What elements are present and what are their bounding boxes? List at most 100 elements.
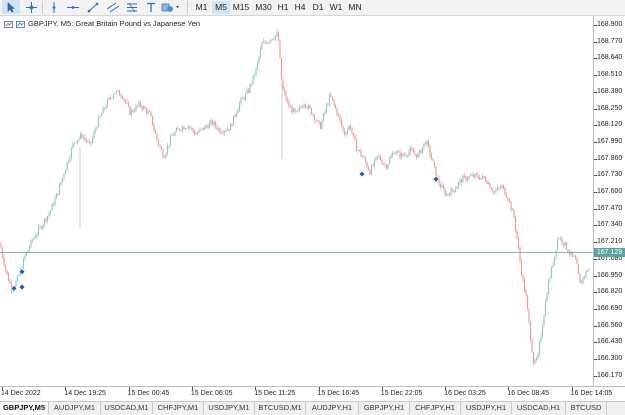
vertical-line-tool[interactable] [45, 0, 63, 14]
chart-tab[interactable]: CHFJPY,H1 [410, 402, 461, 414]
candle-body [249, 84, 251, 93]
candle-body [463, 175, 466, 177]
timeframe-m1[interactable]: M1 [191, 1, 212, 14]
candle-body [541, 325, 544, 337]
candle-body [15, 280, 17, 287]
candle-body [426, 140, 428, 145]
candle-body [405, 154, 407, 156]
candle-body [217, 128, 220, 130]
candle-body [87, 141, 89, 143]
chart-tab[interactable]: AUDJPY,M1 [49, 402, 101, 414]
price-scale[interactable]: 168.900 168.770 168.640 168.510 168.380 168.2… [593, 16, 625, 412]
candle-body [118, 90, 121, 96]
candle-body [28, 246, 31, 250]
candle-body [564, 242, 566, 246]
text-tool[interactable] [142, 0, 160, 14]
candle-body [304, 104, 307, 108]
candle-body [213, 121, 215, 125]
chart-type-icon[interactable] [4, 20, 13, 28]
candle-body [4, 264, 7, 270]
chart-settings-icon[interactable] [16, 20, 25, 28]
candle-body [90, 141, 92, 144]
timeframe-h4[interactable]: H4 [291, 1, 309, 14]
candle-body [127, 103, 130, 107]
candle-body [229, 124, 232, 131]
price-label: 167.340 [597, 221, 623, 229]
candle-body [117, 90, 119, 92]
shapes-tool[interactable] [160, 0, 182, 14]
candle-body [307, 105, 310, 109]
candle-body [45, 218, 47, 222]
cursor-tool[interactable] [2, 0, 20, 14]
candle-body [63, 174, 65, 178]
candle-body [0, 243, 2, 249]
candle-body [466, 178, 469, 181]
candle-body [81, 134, 83, 138]
chart-tab[interactable]: USDJPY,H1 [461, 402, 512, 414]
crosshair-icon [25, 1, 37, 13]
chart-tab[interactable]: USDCAD,M1 [101, 402, 153, 414]
candle-body [444, 189, 446, 196]
candle-body [78, 138, 80, 141]
candle-body [414, 153, 416, 155]
chart-tabs: GBPJPY,M5 AUDJPY,M1 USDCAD,M1 CHFJPY,M1 USDJ… [0, 401, 625, 415]
timeframe-mn[interactable]: MN [345, 1, 365, 14]
chart-area[interactable]: GBPJPY, M5: Great Britain Pound vs Japan… [0, 16, 593, 386]
channel-tool[interactable] [104, 0, 122, 14]
candle-body [139, 102, 142, 107]
candle-body [94, 129, 97, 132]
candle-body [487, 183, 490, 184]
price-label: 168.510 [597, 71, 623, 79]
candle-body [273, 39, 275, 40]
candle-body [151, 115, 154, 126]
candle-body [60, 182, 62, 186]
candle-body [480, 177, 482, 180]
candle-body [268, 41, 271, 43]
time-label: 15 Dec 00:45 [127, 390, 170, 397]
chart-tab[interactable]: AUDJPY,H1 [306, 402, 359, 414]
candle-body [495, 190, 497, 192]
candle-body [133, 111, 136, 112]
chart-tab[interactable]: USDJPY,M1 [204, 402, 255, 414]
candle-body [46, 215, 49, 222]
candle-body [360, 150, 362, 156]
candle-body [93, 131, 95, 138]
candle-body [162, 149, 164, 158]
horizontal-line-tool[interactable] [64, 0, 82, 14]
trendline-tool[interactable] [84, 0, 102, 14]
time-label: 15 Dec 16:45 [317, 390, 360, 397]
trade-marker [18, 283, 26, 291]
time-scale[interactable]: 14 Dec 2022 14 Dec 19:25 15 Dec 00:45 15 De… [0, 386, 625, 402]
fibonacci-tool[interactable] [123, 0, 141, 14]
chart-tab[interactable]: GBPJPY,M5 [0, 402, 49, 414]
chart-tab[interactable]: USDCAD,H1 [512, 402, 566, 414]
candle-body [498, 187, 500, 189]
candle-body [135, 105, 137, 112]
candle-body [535, 358, 538, 361]
chart-tab[interactable]: BTCUSD,M1 [255, 402, 306, 414]
candle-body [336, 108, 338, 115]
crosshair-tool[interactable] [22, 0, 40, 14]
candle-body [505, 194, 508, 198]
timeframe-m30[interactable]: M30 [252, 1, 275, 14]
timeframe-w1[interactable]: W1 [327, 1, 345, 14]
candle-body [99, 116, 101, 118]
candle-body [231, 124, 233, 126]
timeframe-m15[interactable]: M15 [230, 1, 252, 14]
candle-body [91, 137, 94, 144]
candle-body [474, 173, 476, 178]
chart-tab[interactable]: BTCUSD [566, 402, 607, 414]
candle-body [40, 226, 43, 229]
chart-tab[interactable]: GBPJPY,H1 [359, 402, 410, 414]
candle-body [543, 315, 545, 326]
candle-body [181, 126, 184, 131]
chart-tab[interactable]: CHFJPY,M1 [153, 402, 204, 414]
timeframe-d1[interactable]: D1 [309, 1, 327, 14]
candle-body [225, 130, 227, 132]
candle-body [577, 264, 580, 274]
candle-body [445, 193, 448, 196]
candle-body [54, 198, 56, 206]
timeframe-h1[interactable]: H1 [275, 1, 291, 14]
candle-body [367, 167, 370, 171]
timeframe-m5[interactable]: M5 [212, 1, 230, 14]
